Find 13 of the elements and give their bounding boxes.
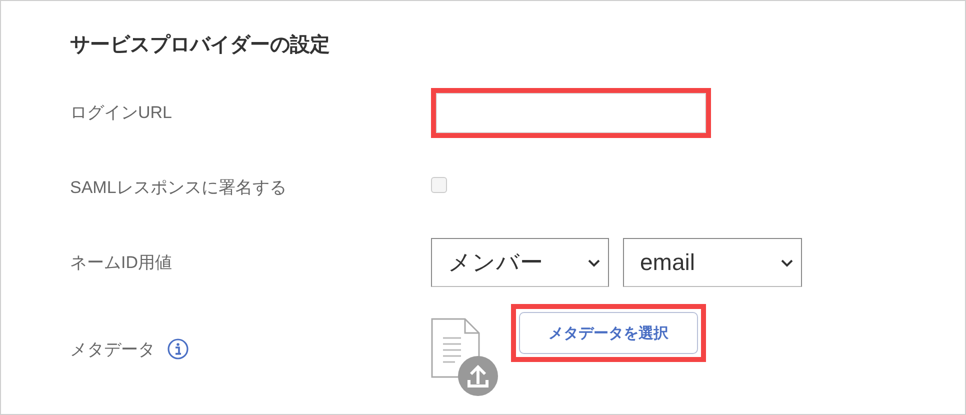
field-label: ネームID用値 (70, 252, 172, 274)
field-label: ログインURL (70, 102, 172, 124)
chevron-down-icon (588, 258, 600, 266)
section-title: サービスプロバイダーの設定 (70, 32, 330, 58)
file-upload-icon (431, 318, 499, 398)
select-metadata-button[interactable]: メタデータを選択 (519, 312, 698, 354)
checkbox[interactable] (431, 177, 447, 193)
dropdown[interactable]: メンバー (431, 238, 609, 287)
chevron-down-icon (781, 258, 793, 266)
field-label: メタデータ (70, 338, 155, 360)
field-label: SAMLレスポンスに署名する (70, 177, 286, 199)
dropdown[interactable]: email (623, 238, 802, 287)
info-icon[interactable] (167, 338, 189, 360)
